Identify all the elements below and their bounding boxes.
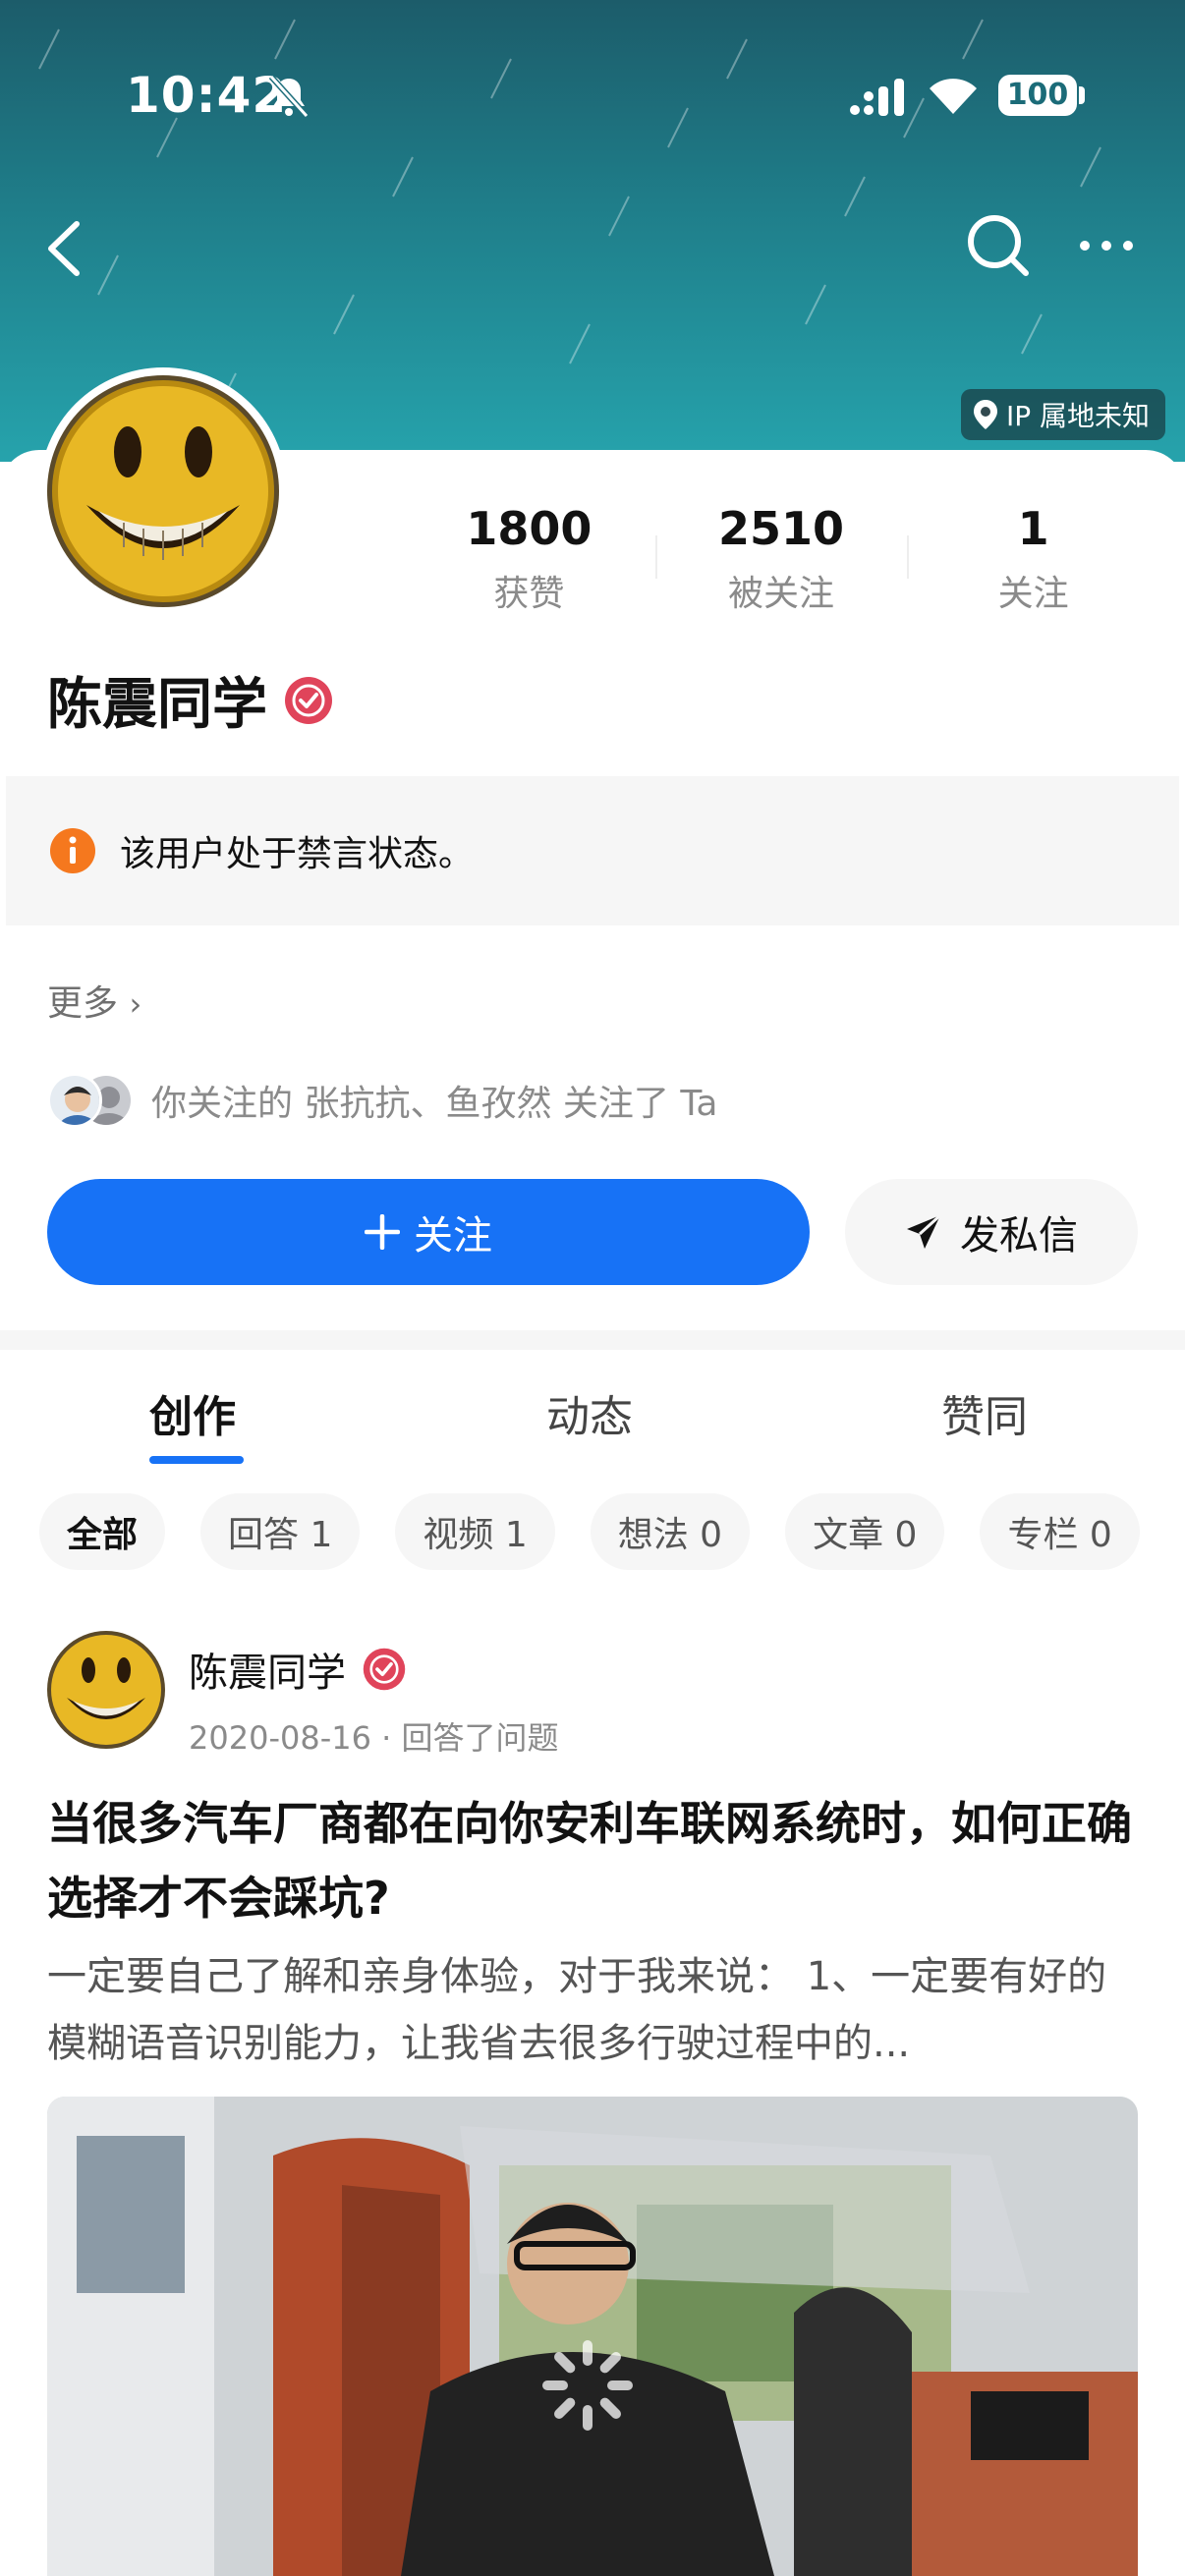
more-options-icon[interactable] <box>1077 226 1136 265</box>
cell-signal-icon <box>850 79 904 116</box>
content-filters: 全部 回答 1 视频 1 想法 0 文章 0 专栏 0 <box>39 1493 1140 1570</box>
send-plane-icon <box>907 1213 942 1249</box>
feed-title[interactable]: 当很多汽车厂商都在向你安利车联网系统时，如何正确选择才不会踩坑? <box>47 1786 1138 1935</box>
tab-activity[interactable]: 动态 <box>546 1381 633 1444</box>
filter-articles[interactable]: 文章 0 <box>785 1493 945 1570</box>
content-tabs: 创作 动态 赞同 <box>0 1350 1185 1478</box>
stat-following[interactable]: 1 关注 <box>907 496 1159 624</box>
profile-name-row: 陈震同学 <box>47 660 334 740</box>
feed-meta: 2020-08-16 · 回答了问题 <box>189 1713 559 1759</box>
video-thumbnail[interactable] <box>47 2097 1138 2576</box>
filter-answers[interactable]: 回答 1 <box>200 1493 361 1570</box>
send-message-label: 发私信 <box>960 1213 1078 1259</box>
filter-videos[interactable]: 视频 1 <box>395 1493 555 1570</box>
mutual-avatars <box>47 1073 136 1128</box>
send-message-button[interactable]: 发私信 <box>845 1179 1138 1285</box>
stat-likes-label: 获赞 <box>493 574 565 614</box>
stat-followers-value: 2510 <box>717 502 845 555</box>
feed-item-header: 陈震同学 2020-08-16 · 回答了问题 <box>47 1631 559 1759</box>
wifi-icon <box>930 79 977 114</box>
mutual-followers[interactable]: 你关注的 张抗抗、鱼孜然 关注了 Ta <box>47 1073 717 1128</box>
tab-upvotes[interactable]: 赞同 <box>941 1381 1028 1444</box>
battery-tip <box>1079 86 1085 104</box>
more-info-link[interactable]: 更多 › <box>47 975 141 1026</box>
feed-action: 回答了问题 <box>401 1719 559 1757</box>
feed-meta-separator: · <box>381 1719 392 1757</box>
verified-badge-icon[interactable] <box>283 675 334 726</box>
stat-following-value: 1 <box>1017 502 1049 555</box>
feed-author-row: 陈震同学 <box>189 1641 559 1698</box>
chevron-right-icon: › <box>129 985 142 1023</box>
feed-date: 2020-08-16 <box>189 1719 371 1757</box>
profile-name: 陈震同学 <box>47 673 267 737</box>
mutual-followers-text: 你关注的 张抗抗、鱼孜然 关注了 Ta <box>151 1084 718 1124</box>
back-arrow-icon[interactable] <box>39 214 90 283</box>
feed-author-avatar[interactable] <box>47 1631 165 1749</box>
filter-columns[interactable]: 专栏 0 <box>980 1493 1140 1570</box>
ip-location-badge: IP 属地未知 <box>961 389 1166 440</box>
filter-thoughts[interactable]: 想法 0 <box>590 1493 751 1570</box>
filter-all[interactable]: 全部 <box>39 1493 166 1570</box>
muted-notice: 该用户处于禁言状态。 <box>6 776 1179 925</box>
stat-likes-value: 1800 <box>466 502 592 555</box>
location-pin-icon <box>974 400 997 429</box>
more-info-label: 更多 <box>47 983 119 1024</box>
tab-creations[interactable]: 创作 <box>149 1381 236 1444</box>
stat-following-label: 关注 <box>997 574 1069 614</box>
active-tab-indicator <box>149 1456 244 1464</box>
section-divider <box>0 1330 1185 1350</box>
search-icon[interactable] <box>963 210 1032 279</box>
stat-followers[interactable]: 2510 被关注 <box>654 496 908 624</box>
stat-likes[interactable]: 1800 获赞 <box>403 496 655 624</box>
feed-excerpt[interactable]: 一定要自己了解和亲身体验，对于我来说： 1、一定要有好的模糊语音识别能力，让我省… <box>47 1943 1138 2077</box>
info-icon <box>50 828 95 873</box>
feed-author-name[interactable]: 陈震同学 <box>189 1641 346 1698</box>
follow-button-label: 关注 <box>414 1213 492 1259</box>
avatar-frame[interactable] <box>39 367 287 615</box>
mutual-avatar-1 <box>47 1073 102 1128</box>
ip-location-text: IP 属地未知 <box>1006 400 1151 432</box>
status-time: 10:42 <box>126 67 288 124</box>
muted-notice-text: 该用户处于禁言状态。 <box>120 834 475 874</box>
bell-muted-icon <box>268 74 310 119</box>
follow-button[interactable]: 关注 <box>47 1179 810 1285</box>
stat-followers-label: 被关注 <box>728 574 835 614</box>
profile-stats: 1800 获赞 2510 被关注 1 关注 <box>403 496 1159 624</box>
battery-level: 100 <box>998 75 1077 116</box>
avatar <box>47 375 279 607</box>
verified-badge-icon <box>363 1648 406 1691</box>
plus-icon <box>365 1214 400 1250</box>
